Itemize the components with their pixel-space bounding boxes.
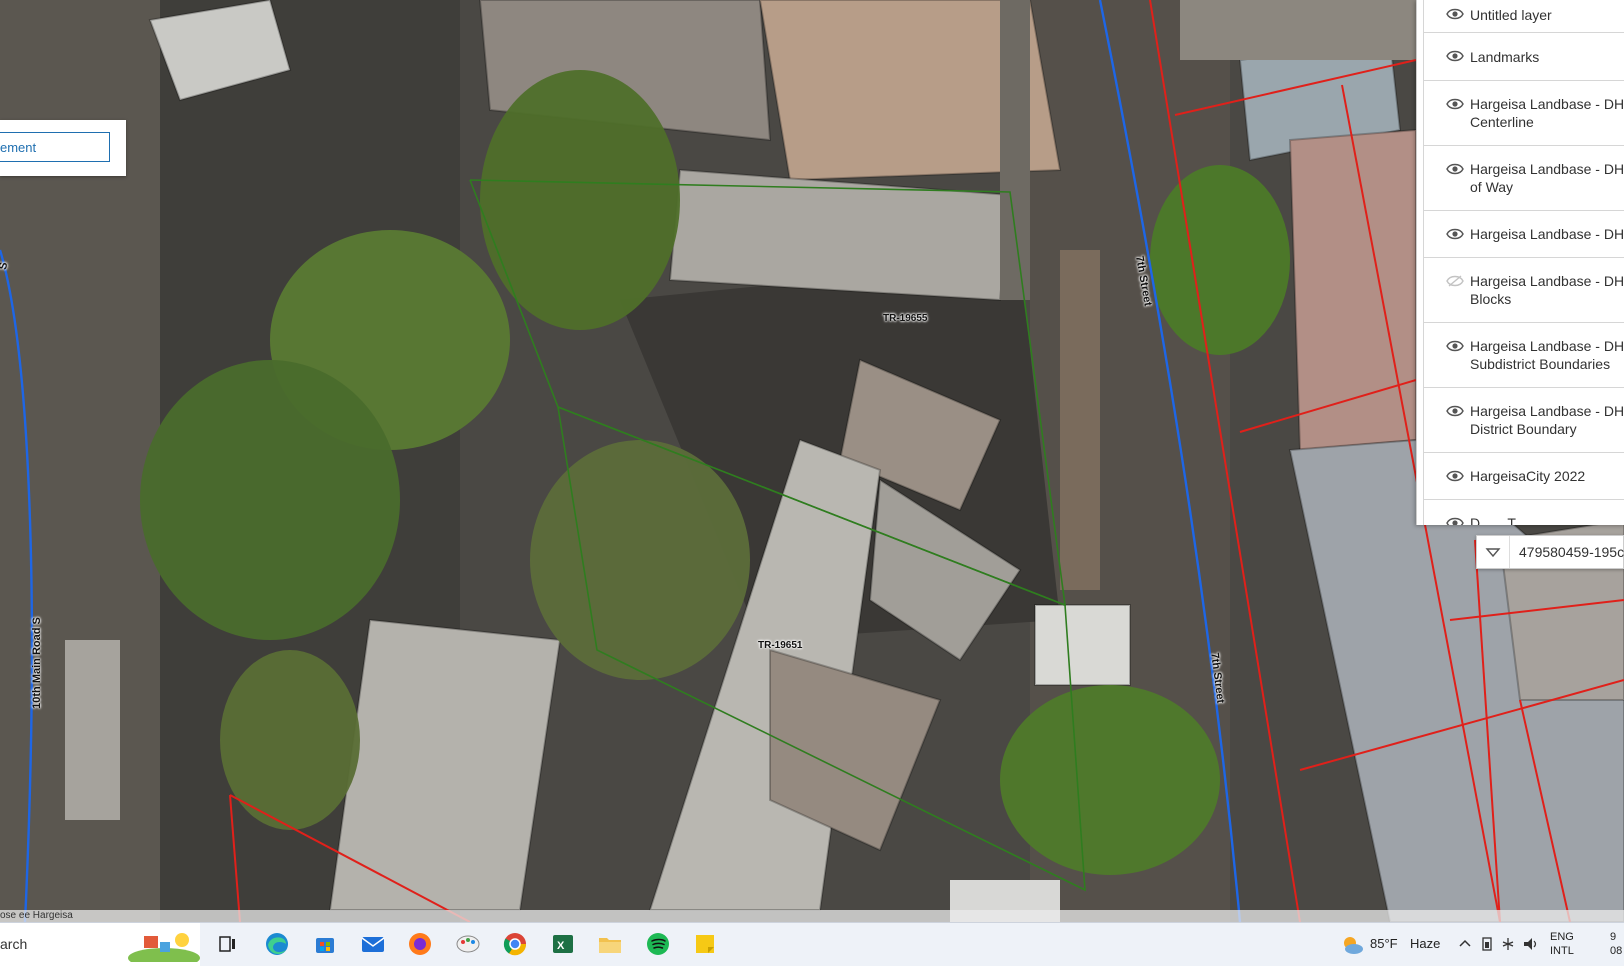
eye-icon[interactable] [1446,469,1464,483]
eye-icon[interactable] [1446,162,1464,176]
network-icon[interactable] [1500,936,1516,952]
spotify-icon[interactable] [643,929,673,959]
weather-icon [1344,937,1363,954]
mail-icon[interactable] [358,929,388,959]
weather-temp[interactable]: 85°F [1370,936,1398,951]
battery-icon[interactable] [1480,936,1494,952]
eye-icon[interactable] [1446,227,1464,241]
eye-icon[interactable] [1446,339,1464,353]
layer-label: Untitled layer [1470,7,1552,23]
store-icon[interactable] [310,929,340,959]
layer-item-untitled[interactable]: Untitled layer [1423,0,1624,33]
sticky-notes-icon[interactable] [690,929,720,959]
layer-label: Hargeisa Landbase - DH [1470,226,1624,242]
layer-item-blocks[interactable]: Hargeisa Landbase - DH Blocks [1423,257,1624,323]
layer-label: HargeisaCity 2022 [1470,468,1586,484]
svg-text:X: X [557,940,565,952]
street-label: 10th Main Road S [30,617,43,709]
attribution-text: ose ee Hargeisa [0,910,73,921]
eye-icon[interactable] [1446,7,1464,21]
layer-item-imagery[interactable]: HargeisaCity 2022 [1423,452,1624,500]
search-highlight-illustration [128,933,200,962]
eye-icon[interactable] [1446,404,1464,418]
map-view[interactable]: TR-19655 TR-19651 7th Street 7th Street … [0,0,1624,922]
layer-label: Landmarks [1470,49,1540,65]
paint-icon[interactable] [453,929,483,959]
layer-label: Hargeisa Landbase - DH Centerline [1470,96,1624,130]
layer-item-landmarks[interactable]: Landmarks [1423,32,1624,81]
search-widget [0,120,126,176]
eye-off-icon[interactable] [1446,274,1464,288]
eye-icon[interactable] [1446,49,1464,63]
system-tray: 85°F Haze ENG INTL 9 08 [1340,923,1624,966]
taskbar-search-box[interactable]: arch [0,923,200,966]
folder-icon[interactable] [595,929,625,959]
volume-icon[interactable] [1522,936,1540,952]
windows-taskbar: arch X 85°F Haze ENG INTL 9 08 [0,922,1624,966]
task-view-icon[interactable] [212,929,242,959]
street-label: S [0,261,11,271]
excel-icon[interactable]: X [548,929,578,959]
feature-selector-value: 479580459-195c [1519,544,1624,560]
eye-icon[interactable] [1446,97,1464,111]
layer-label: Hargeisa Landbase - DH Subdistrict Bound… [1470,338,1624,372]
clock-time[interactable]: 9 [1610,931,1616,944]
input-language[interactable]: ENG [1550,931,1574,944]
layer-label: Hargeisa Landbase - DH of Way [1470,161,1624,195]
feature-selector[interactable]: 479580459-195c [1476,535,1624,569]
parcel-label: TR-19651 [758,640,803,651]
layer-item-right-of-way[interactable]: Hargeisa Landbase - DH of Way [1423,145,1624,211]
input-layout[interactable]: INTL [1550,945,1574,958]
layer-item-district[interactable]: Hargeisa Landbase - DH District Boundary [1423,387,1624,453]
search-input[interactable] [0,132,110,162]
parcel-label: TR-19655 [883,313,928,324]
map-attribution: ose ee Hargeisa [0,910,1624,922]
layer-label: Hargeisa Landbase - DH Blocks [1470,273,1624,307]
satellite-imagery [0,0,1624,922]
clock-date[interactable]: 08 [1610,945,1622,958]
eye-icon[interactable] [1446,516,1464,525]
layer-item-centerline[interactable]: Hargeisa Landbase - DH Centerline [1423,80,1624,146]
layer-list-panel[interactable]: Untitled layer Landmarks Hargeisa Landba… [1416,0,1624,525]
layer-item-landbase[interactable]: Hargeisa Landbase - DH [1423,210,1624,258]
edge-icon[interactable] [262,929,292,959]
chrome-icon[interactable] [500,929,530,959]
layer-item-subdistricts[interactable]: Hargeisa Landbase - DH Subdistrict Bound… [1423,322,1624,388]
chevron-down-icon[interactable] [1477,536,1510,568]
layer-label: Hargeisa Landbase - DH District Boundary [1470,403,1624,437]
firefox-icon[interactable] [405,929,435,959]
weather-condition[interactable]: Haze [1410,936,1440,951]
taskbar-search-label: arch [0,936,28,952]
chevron-up-icon[interactable] [1458,937,1472,951]
layer-label: D... ...T... [1470,515,1527,525]
layer-item-partial[interactable]: D... ...T... [1423,499,1624,525]
